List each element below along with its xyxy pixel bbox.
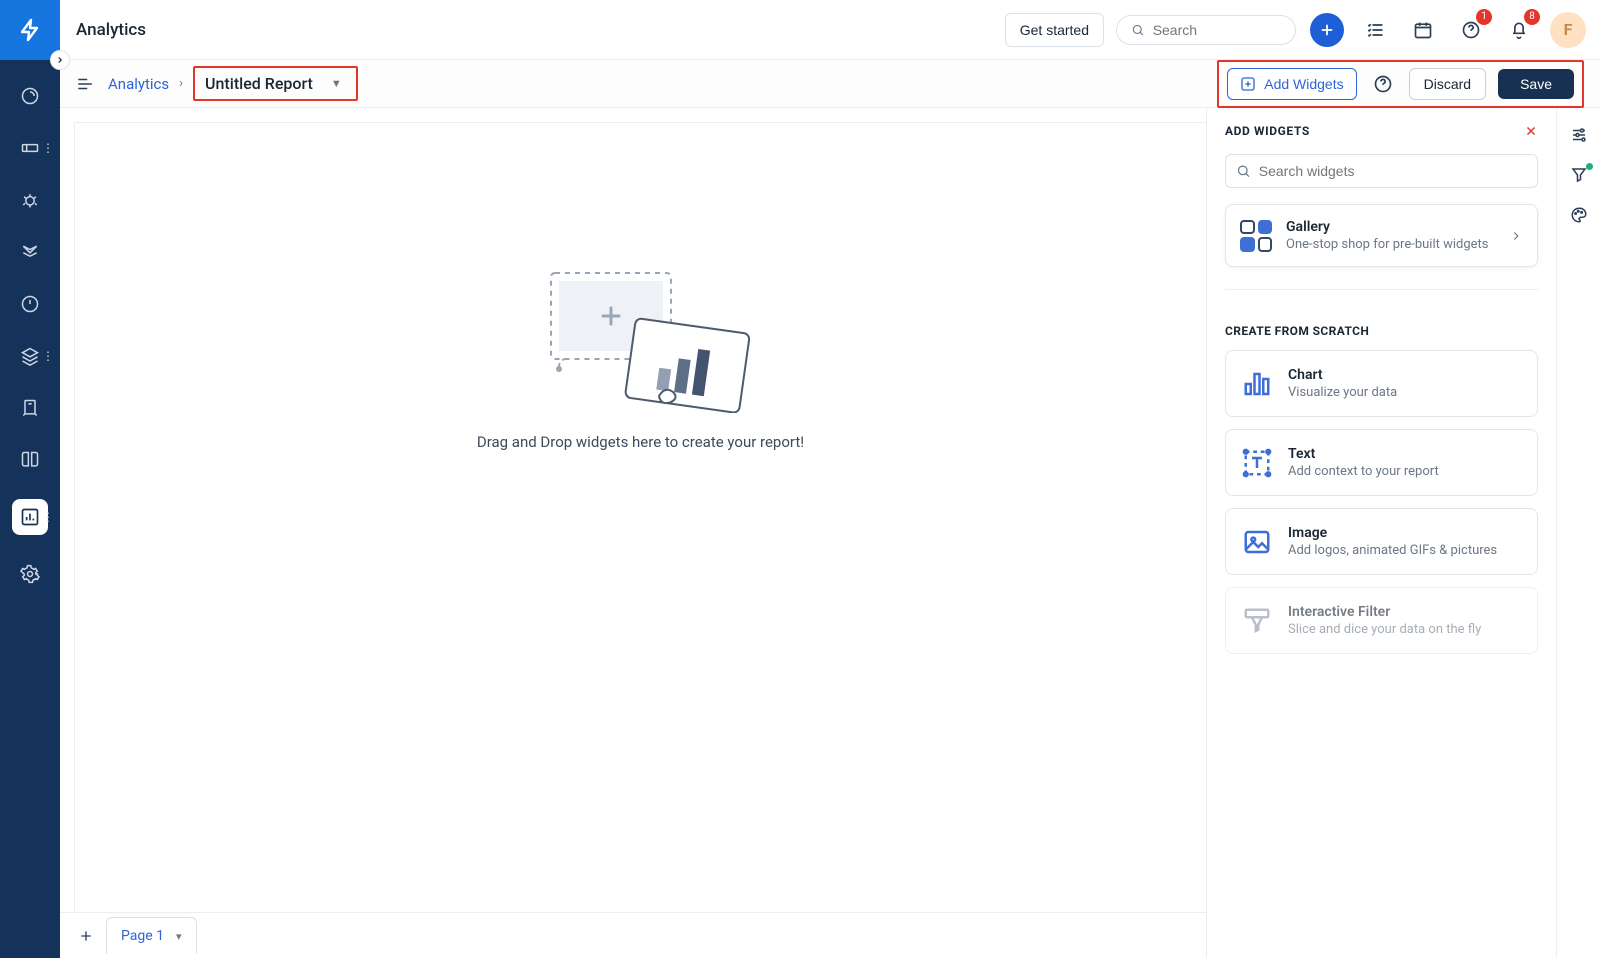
subbar: Analytics › Untitled Report ▼ Add Widget…: [60, 60, 1600, 108]
global-search[interactable]: [1116, 15, 1296, 45]
help-button[interactable]: 1: [1454, 13, 1488, 47]
notifications-button[interactable]: 8: [1502, 13, 1536, 47]
calendar-icon: [1413, 20, 1433, 40]
checklist-icon: [1365, 20, 1385, 40]
report-title-dropdown[interactable]: Untitled Report ▼: [193, 66, 358, 101]
image-icon: [1242, 527, 1272, 557]
sidebar-item-wiki[interactable]: [20, 450, 40, 470]
widget-subtitle: Slice and dice your data on the fly: [1288, 622, 1521, 637]
widget-filter[interactable]: Interactive Filter Slice and dice your d…: [1225, 587, 1538, 654]
get-started-button[interactable]: Get started: [1005, 13, 1104, 47]
widget-subtitle: Add logos, animated GIFs & pictures: [1288, 543, 1521, 558]
palette-icon: [1570, 206, 1588, 224]
plus-box-icon: [1240, 76, 1256, 92]
theme-tool[interactable]: [1570, 206, 1588, 224]
sidebar-item-test[interactable]: [20, 242, 40, 262]
caret-down-icon: ▼: [331, 77, 342, 90]
calendar-button[interactable]: [1406, 13, 1440, 47]
create-from-scratch-label: CREATE FROM SCRATCH: [1225, 324, 1538, 338]
sidebar-item-alerts[interactable]: [20, 294, 40, 314]
add-page-button[interactable]: [66, 928, 106, 944]
filter-tool[interactable]: [1570, 166, 1588, 184]
empty-state: Drag and Drop widgets here to create you…: [477, 263, 804, 451]
add-widgets-panel: ADD WIDGETS Gallery One-stop shop for pr…: [1206, 108, 1556, 958]
breadcrumb-root[interactable]: Analytics: [108, 75, 169, 93]
page-tab-1[interactable]: Page 1 ▾: [106, 917, 197, 954]
avatar[interactable]: F: [1550, 12, 1586, 48]
search-icon: [1236, 163, 1251, 179]
sidebar-item-layers[interactable]: [20, 346, 40, 366]
close-panel-button[interactable]: [1524, 124, 1538, 138]
widget-search-input[interactable]: [1259, 163, 1527, 179]
widget-subtitle: Visualize your data: [1288, 385, 1521, 400]
panel-title: ADD WIDGETS: [1225, 124, 1524, 138]
app-logo[interactable]: [0, 0, 60, 60]
widget-title: Chart: [1288, 367, 1521, 383]
widget-chart[interactable]: Chart Visualize your data: [1225, 350, 1538, 417]
more-icon[interactable]: ⋮: [42, 511, 54, 523]
widget-title: Interactive Filter: [1288, 604, 1521, 620]
funnel-icon: [1570, 166, 1588, 184]
more-icon[interactable]: ⋮: [42, 350, 54, 362]
filter-icon: [1242, 606, 1272, 636]
widget-text[interactable]: Text Add context to your report: [1225, 429, 1538, 496]
widget-subtitle: Add context to your report: [1288, 464, 1521, 479]
plus-icon: [78, 928, 94, 944]
settings-tool[interactable]: [1570, 126, 1588, 144]
save-button[interactable]: Save: [1498, 69, 1574, 99]
report-canvas[interactable]: Drag and Drop widgets here to create you…: [74, 122, 1206, 912]
chevron-right-icon: [1509, 229, 1523, 243]
more-icon[interactable]: ⋮: [42, 142, 54, 154]
add-widgets-label: Add Widgets: [1264, 76, 1343, 92]
discard-button[interactable]: Discard: [1409, 68, 1486, 100]
gallery-subtitle: One-stop shop for pre-built widgets: [1286, 237, 1495, 252]
topbar: Analytics Get started 1 8 F: [60, 0, 1600, 60]
widget-title: Text: [1288, 446, 1521, 462]
toolbar-actions: Add Widgets Discard Save: [1217, 60, 1584, 108]
toggle-nav-icon[interactable]: [76, 75, 94, 93]
chart-icon: [1242, 369, 1272, 399]
sidebar-item-sprints[interactable]: [20, 86, 40, 106]
add-widgets-button[interactable]: Add Widgets: [1227, 68, 1356, 100]
gallery-icon: [1240, 220, 1272, 252]
widget-title: Image: [1288, 525, 1521, 541]
chevron-right-icon: ›: [179, 76, 183, 91]
breadcrumb-current: Untitled Report: [205, 74, 313, 93]
sidebar-item-release[interactable]: [20, 398, 40, 418]
search-input[interactable]: [1153, 22, 1281, 38]
filter-indicator-dot: [1586, 163, 1593, 170]
plus-icon: [1318, 21, 1336, 39]
widgets-help-icon[interactable]: [1369, 74, 1397, 94]
app-title: Analytics: [74, 20, 146, 40]
widget-search[interactable]: [1225, 154, 1538, 188]
sidebar-item-settings[interactable]: [20, 564, 40, 584]
sidebar-nav: ⋮ ⋮ ⋮: [0, 82, 60, 588]
page-tabs: Page 1 ▾: [60, 912, 1206, 958]
right-tool-strip: [1556, 108, 1600, 958]
gallery-card[interactable]: Gallery One-stop shop for pre-built widg…: [1225, 204, 1538, 267]
sliders-icon: [1570, 126, 1588, 144]
new-button[interactable]: [1310, 13, 1344, 47]
empty-illustration-icon: [531, 263, 751, 413]
text-icon: [1242, 448, 1272, 478]
caret-down-icon: ▾: [176, 930, 182, 943]
close-icon: [1524, 124, 1538, 138]
widget-image[interactable]: Image Add logos, animated GIFs & picture…: [1225, 508, 1538, 575]
help-badge: 1: [1476, 9, 1492, 25]
sidebar-item-tickets[interactable]: [20, 138, 40, 158]
left-sidebar: ⋮ ⋮ ⋮: [0, 0, 60, 958]
checklist-button[interactable]: [1358, 13, 1392, 47]
gallery-title: Gallery: [1286, 219, 1495, 235]
notifications-badge: 8: [1524, 9, 1540, 25]
empty-text: Drag and Drop widgets here to create you…: [477, 433, 804, 451]
page-tab-label: Page 1: [121, 928, 164, 944]
expand-sidebar-button[interactable]: [50, 50, 70, 70]
search-icon: [1131, 22, 1145, 38]
sidebar-item-issues[interactable]: [20, 190, 40, 210]
